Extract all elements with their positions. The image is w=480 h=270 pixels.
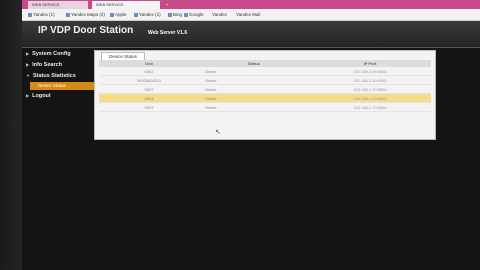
cell-status: Online [199, 93, 309, 103]
bookmark-item[interactable]: Bing [168, 11, 182, 19]
chevron-right-icon: ▶ [26, 51, 30, 56]
chevron-right-icon: ▶ [26, 62, 30, 67]
app-header: IP VDP Door Station Web Server V1.6 [22, 21, 480, 48]
monitor-bezel [0, 0, 22, 270]
cell-unit: 0007 [99, 102, 199, 112]
bookmark-icon [110, 12, 114, 17]
cell-unit: 0002 [99, 67, 199, 76]
bookmarks-bar: Yandex (1) Yandex Maps (2) Apple Yandex … [22, 9, 480, 21]
browser-tab[interactable]: WEB SERVICE [28, 1, 88, 9]
bookmark-item[interactable]: Yandex (1) [28, 11, 55, 19]
column-header-unit: Unit [99, 60, 199, 67]
bookmark-label: Yandex (1) [33, 12, 55, 17]
bookmark-label: Yandex Mail [236, 12, 261, 17]
bookmark-label: Bing [173, 12, 183, 17]
column-header-ip-port: IP Port [309, 60, 431, 67]
sidebar: ▶ System Config ▶ Info Search ▼ Status Stat… [22, 48, 98, 270]
sidebar-item-label: Info Search [32, 62, 63, 68]
cell-ip-port: 192.168.1.25:8080 [309, 93, 431, 103]
cell-status: Online [199, 84, 309, 94]
cell-status: Online [199, 102, 309, 112]
bookmark-label: Yandex Maps (2) [71, 12, 105, 17]
bookmark-icon [28, 12, 32, 17]
bookmark-label: Yandex [212, 12, 227, 17]
cell-ip-port: 192.168.1.99:8080 [309, 67, 431, 76]
bookmark-item[interactable]: Yandex Maps (2) [66, 11, 105, 19]
browser-tab-active[interactable]: WEB SERVICE [92, 1, 160, 9]
bookmark-item[interactable]: Yandex [212, 11, 227, 19]
sidebar-item-logout[interactable]: ▶ Logout [26, 93, 51, 99]
cell-status: Online [199, 67, 309, 76]
bookmark-label: Google [189, 12, 204, 17]
mouse-cursor-icon: ↖ [215, 129, 221, 136]
web-app: IP VDP Door Station Web Server V1.6 ▶ Sys… [22, 21, 480, 270]
table-row[interactable]: 00000000011 Online 192.168.1.60:8080 [99, 75, 431, 85]
bookmark-item[interactable]: Yandex Mail [236, 11, 260, 19]
bookmark-item[interactable]: Apple [110, 11, 127, 19]
sidebar-item-label: Logout [32, 93, 51, 99]
cell-unit: 00000000011 [99, 75, 199, 85]
table-header-row: Unit Status IP Port [99, 60, 431, 67]
chevron-right-icon: ▶ [26, 93, 30, 98]
chevron-down-icon: ▼ [26, 73, 30, 78]
bookmark-label: Yandex (1) [139, 12, 161, 17]
column-header-status: Status [199, 60, 309, 67]
device-status-table: Unit Status IP Port 0002 Online 192.168.… [99, 60, 431, 112]
bookmark-icon [168, 12, 172, 17]
sidebar-item-system-config[interactable]: ▶ System Config [26, 51, 71, 57]
device-status-panel: Device Status Unit Status IP Port 0002 O… [94, 50, 436, 140]
sidebar-subitem-device-status[interactable]: Device Status [30, 82, 94, 90]
page-title: IP VDP Door Station [38, 25, 134, 36]
bookmark-item[interactable]: Yandex (1) [134, 11, 161, 19]
table-row-selected[interactable]: 0003 Online 192.168.1.25:8080 [99, 93, 431, 103]
version-label: Web Server V1.6 [148, 30, 188, 36]
cell-unit: 0003 [99, 93, 199, 103]
screen: WEB SERVICE WEB SERVICE + Yandex (1) Yan… [22, 0, 480, 270]
table-row[interactable]: 0007 Online 192.168.1.73:8080 [99, 102, 431, 112]
bookmark-label: Apple [115, 12, 127, 17]
bookmark-item[interactable]: Google [184, 11, 204, 19]
bookmark-icon [184, 12, 188, 17]
cell-ip-port: 192.168.1.60:8080 [309, 75, 431, 85]
sidebar-item-label: Status Statistics [32, 73, 76, 79]
cell-unit: 0007 [99, 84, 199, 94]
table-row[interactable]: 0002 Online 192.168.1.99:8080 [99, 67, 431, 76]
bookmark-icon [134, 12, 138, 17]
sidebar-item-status-statistics[interactable]: ▼ Status Statistics [26, 73, 76, 79]
sidebar-item-label: System Config [32, 51, 71, 57]
cell-ip-port: 192.168.1.73:8080 [309, 102, 431, 112]
table-row[interactable]: 0007 Online 192.168.1.70:8080 [99, 84, 431, 94]
new-tab-button[interactable]: + [163, 1, 171, 9]
browser-tab-bar: WEB SERVICE WEB SERVICE + [22, 0, 480, 9]
cell-ip-port: 192.168.1.70:8080 [309, 84, 431, 94]
bookmark-icon [66, 12, 70, 17]
cell-status: Online [199, 75, 309, 85]
sidebar-item-info-search[interactable]: ▶ Info Search [26, 62, 62, 68]
